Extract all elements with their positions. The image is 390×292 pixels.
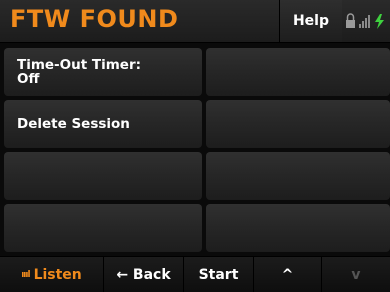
menu-button-empty[interactable] xyxy=(206,100,390,148)
time-out-timer-button[interactable]: Time-Out Timer: Off xyxy=(4,48,202,96)
listen-button[interactable]: ıııl Listen xyxy=(0,257,104,292)
header-bar: FTW FOUND Help xyxy=(0,0,390,43)
start-button[interactable]: Start xyxy=(184,257,254,292)
listen-label: Listen xyxy=(33,266,82,283)
lock-icon xyxy=(346,13,355,28)
menu-item-value: Off xyxy=(17,71,40,87)
menu-button-empty[interactable] xyxy=(4,204,202,252)
chevron-up-icon: ^ xyxy=(281,266,294,283)
battery-charging-icon xyxy=(375,14,384,29)
menu-button-empty[interactable] xyxy=(206,152,390,200)
back-label: ← Back xyxy=(116,266,171,283)
signal-icon: ıııl xyxy=(21,269,30,280)
delete-session-button[interactable]: Delete Session xyxy=(4,100,202,148)
menu-grid: Time-Out Timer: Off Delete Session xyxy=(0,44,390,256)
page-title: FTW FOUND xyxy=(10,5,179,33)
signal-strength-icon xyxy=(359,15,370,28)
help-button[interactable]: Help xyxy=(279,0,342,42)
back-button[interactable]: ← Back xyxy=(104,257,184,292)
menu-button-empty[interactable] xyxy=(4,152,202,200)
footer-toolbar: ıııl Listen ← Back Start ^ v xyxy=(0,256,390,292)
status-icons xyxy=(346,13,384,29)
menu-button-empty[interactable] xyxy=(206,48,390,96)
menu-item-label: Delete Session xyxy=(17,116,130,132)
start-label: Start xyxy=(198,266,239,283)
scroll-up-button[interactable]: ^ xyxy=(254,257,322,292)
chevron-down-icon: v xyxy=(351,266,361,283)
menu-button-empty[interactable] xyxy=(206,204,390,252)
menu-item-label: Time-Out Timer: xyxy=(17,57,142,73)
scroll-down-button[interactable]: v xyxy=(322,257,390,292)
